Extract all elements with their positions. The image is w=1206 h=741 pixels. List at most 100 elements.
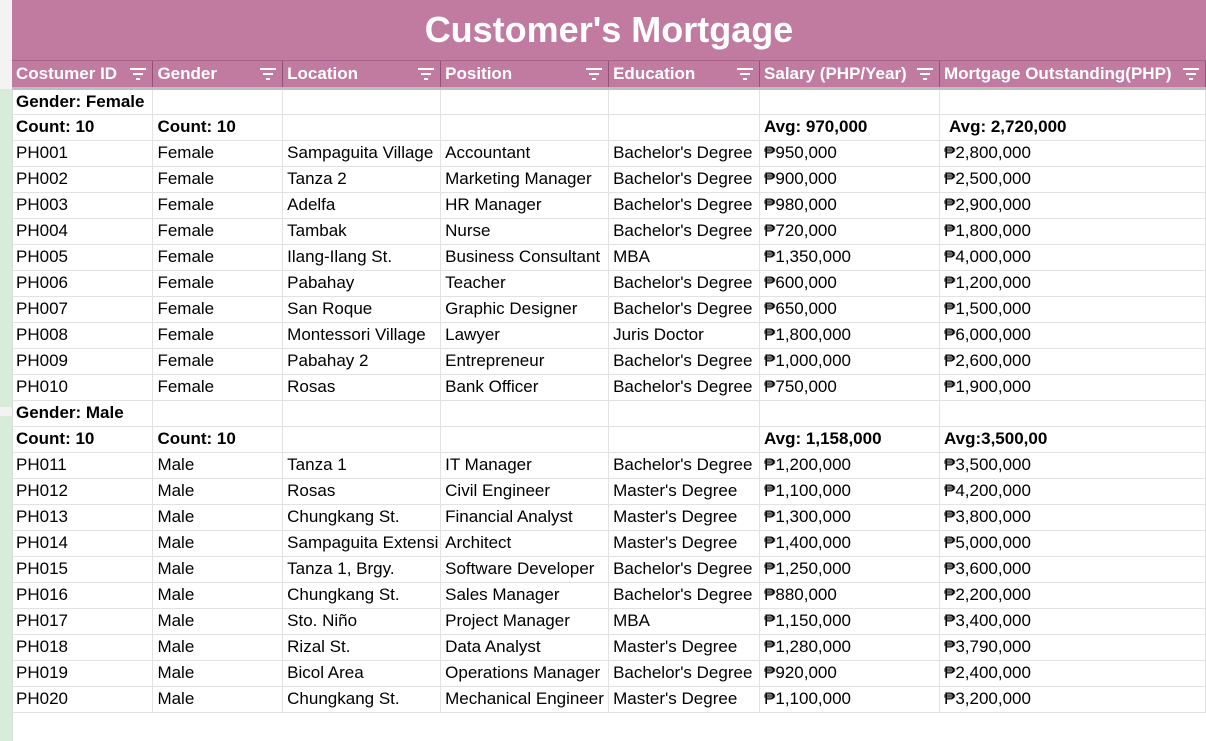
table-cell[interactable]: Female bbox=[152, 348, 284, 375]
column-header[interactable]: Costumer ID bbox=[12, 61, 154, 90]
table-cell[interactable]: Sales Manager bbox=[440, 582, 610, 609]
table-cell[interactable]: Female bbox=[152, 244, 284, 271]
column-header[interactable]: Location bbox=[282, 61, 442, 90]
table-cell[interactable]: Male bbox=[152, 478, 284, 505]
column-header[interactable]: Mortgage Outstanding(PHP) bbox=[939, 61, 1206, 90]
column-header[interactable]: Gender bbox=[152, 61, 284, 90]
table-cell[interactable]: ₱880,000 bbox=[759, 582, 940, 609]
table-cell[interactable]: ₱1,280,000 bbox=[759, 634, 940, 661]
table-cell[interactable]: ₱3,790,000 bbox=[939, 634, 1206, 661]
table-cell[interactable]: ₱2,600,000 bbox=[939, 348, 1206, 375]
table-cell[interactable]: Lawyer bbox=[440, 322, 610, 349]
table-cell[interactable]: Female bbox=[152, 218, 284, 245]
table-cell[interactable]: Rosas bbox=[282, 478, 442, 505]
table-cell[interactable]: PH003 bbox=[12, 192, 154, 219]
table-cell[interactable]: ₱1,200,000 bbox=[759, 452, 940, 479]
table-cell[interactable]: Male bbox=[152, 660, 284, 687]
column-header[interactable]: Position bbox=[440, 61, 610, 90]
table-cell[interactable]: Bachelor's Degree bbox=[608, 270, 761, 297]
table-cell[interactable] bbox=[152, 88, 284, 115]
table-cell[interactable] bbox=[608, 400, 761, 427]
table-cell[interactable]: PH001 bbox=[12, 140, 154, 167]
table-cell[interactable] bbox=[440, 88, 610, 115]
table-cell[interactable]: Marketing Manager bbox=[440, 166, 610, 193]
table-cell[interactable]: ₱4,000,000 bbox=[939, 244, 1206, 271]
table-cell[interactable]: ₱3,400,000 bbox=[939, 608, 1206, 635]
table-cell[interactable]: PH004 bbox=[12, 218, 154, 245]
table-cell[interactable]: ₱2,400,000 bbox=[939, 660, 1206, 687]
table-cell[interactable]: Project Manager bbox=[440, 608, 610, 635]
table-cell[interactable]: Tanza 1 bbox=[282, 452, 442, 479]
table-cell[interactable]: ₱1,100,000 bbox=[759, 478, 940, 505]
table-cell[interactable]: Architect bbox=[440, 530, 610, 557]
table-cell[interactable] bbox=[759, 88, 940, 115]
filter-icon[interactable] bbox=[1183, 68, 1199, 80]
table-cell[interactable] bbox=[939, 400, 1206, 427]
table-cell[interactable]: ₱650,000 bbox=[759, 296, 940, 323]
table-cell[interactable]: ₱950,000 bbox=[759, 140, 940, 167]
table-cell[interactable]: ₱1,900,000 bbox=[939, 374, 1206, 401]
table-cell[interactable]: Mechanical Engineer bbox=[440, 686, 610, 713]
table-cell[interactable]: Male bbox=[152, 452, 284, 479]
table-cell[interactable]: Bachelor's Degree bbox=[608, 218, 761, 245]
table-cell[interactable]: Entrepreneur bbox=[440, 348, 610, 375]
table-cell[interactable]: ₱1,000,000 bbox=[759, 348, 940, 375]
table-cell[interactable]: Master's Degree bbox=[608, 686, 761, 713]
table-cell[interactable] bbox=[608, 426, 761, 453]
table-cell[interactable]: PH013 bbox=[12, 504, 154, 531]
table-cell[interactable]: HR Manager bbox=[440, 192, 610, 219]
table-cell[interactable]: Tanza 2 bbox=[282, 166, 442, 193]
table-cell[interactable]: Bachelor's Degree bbox=[608, 556, 761, 583]
table-cell[interactable]: Male bbox=[152, 582, 284, 609]
group-label[interactable]: Gender: Female bbox=[12, 88, 154, 115]
table-cell[interactable]: PH015 bbox=[12, 556, 154, 583]
table-cell[interactable]: Female bbox=[152, 166, 284, 193]
table-cell[interactable]: Data Analyst bbox=[440, 634, 610, 661]
count-cell[interactable]: Count: 10 bbox=[152, 114, 284, 141]
table-cell[interactable]: Female bbox=[152, 192, 284, 219]
table-cell[interactable]: ₱1,300,000 bbox=[759, 504, 940, 531]
table-cell[interactable]: Nurse bbox=[440, 218, 610, 245]
table-cell[interactable]: Chungkang St. bbox=[282, 504, 442, 531]
count-cell[interactable]: Count: 10 bbox=[12, 426, 154, 453]
table-cell[interactable]: Tambak bbox=[282, 218, 442, 245]
table-cell[interactable] bbox=[440, 400, 610, 427]
table-cell[interactable] bbox=[939, 88, 1206, 115]
table-cell[interactable]: Female bbox=[152, 296, 284, 323]
table-cell[interactable] bbox=[608, 88, 761, 115]
table-cell[interactable]: MBA bbox=[608, 608, 761, 635]
table-cell[interactable]: Female bbox=[152, 322, 284, 349]
table-cell[interactable]: ₱1,200,000 bbox=[939, 270, 1206, 297]
table-cell[interactable]: Male bbox=[152, 530, 284, 557]
table-cell[interactable]: MBA bbox=[608, 244, 761, 271]
table-cell[interactable]: PH007 bbox=[12, 296, 154, 323]
table-cell[interactable]: Sampaguita Village bbox=[282, 140, 442, 167]
table-cell[interactable]: Master's Degree bbox=[608, 478, 761, 505]
table-cell[interactable]: IT Manager bbox=[440, 452, 610, 479]
table-cell[interactable]: PH014 bbox=[12, 530, 154, 557]
table-cell[interactable]: PH019 bbox=[12, 660, 154, 687]
column-header[interactable]: Education bbox=[608, 61, 761, 90]
group-label[interactable]: Gender: Male bbox=[12, 400, 154, 427]
table-cell[interactable]: ₱920,000 bbox=[759, 660, 940, 687]
table-cell[interactable]: PH012 bbox=[12, 478, 154, 505]
table-cell[interactable]: PH002 bbox=[12, 166, 154, 193]
table-cell[interactable]: Software Developer bbox=[440, 556, 610, 583]
table-cell[interactable]: PH018 bbox=[12, 634, 154, 661]
table-cell[interactable]: Montessori Village bbox=[282, 322, 442, 349]
table-cell[interactable]: ₱1,500,000 bbox=[939, 296, 1206, 323]
table-cell[interactable] bbox=[440, 114, 610, 141]
table-cell[interactable]: Chungkang St. bbox=[282, 686, 442, 713]
table-cell[interactable]: Bachelor's Degree bbox=[608, 374, 761, 401]
table-cell[interactable]: ₱1,350,000 bbox=[759, 244, 940, 271]
table-cell[interactable]: Male bbox=[152, 634, 284, 661]
table-cell[interactable]: ₱1,800,000 bbox=[759, 322, 940, 349]
table-cell[interactable]: ₱2,500,000 bbox=[939, 166, 1206, 193]
table-cell[interactable]: Pabahay bbox=[282, 270, 442, 297]
table-cell[interactable]: Ilang-Ilang St. bbox=[282, 244, 442, 271]
table-cell[interactable]: Graphic Designer bbox=[440, 296, 610, 323]
table-cell[interactable]: ₱3,500,000 bbox=[939, 452, 1206, 479]
table-cell[interactable]: ₱6,000,000 bbox=[939, 322, 1206, 349]
table-cell[interactable]: Male bbox=[152, 608, 284, 635]
avg-mortgage-cell[interactable]: Avg: 2,720,000 bbox=[939, 114, 1206, 141]
